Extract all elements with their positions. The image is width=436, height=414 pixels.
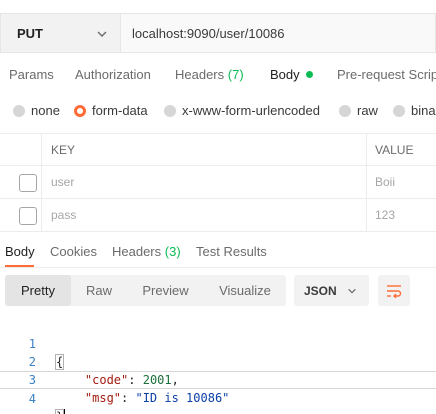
value-cell[interactable]: Boii [375,175,395,189]
view-preview-button[interactable]: Preview [127,275,204,306]
radio-raw-icon [339,104,351,117]
active-tab-underline [5,265,34,267]
method-label: PUT [17,25,43,41]
url-input[interactable]: localhost:9090/user/10086 [120,13,436,53]
close-brace: } [54,409,65,414]
radio-urlencoded-label: x-www-form-urlencoded [182,103,320,118]
column-divider [366,199,367,231]
radio-raw-label: raw [357,103,378,118]
column-header-value: VALUE [375,143,414,157]
radio-form-data-label: form-data [92,103,148,118]
code-line: 1 { [0,317,436,370]
tab-prerequest-script[interactable]: Pre-request Scrip [337,67,436,82]
code-content: "msg": "ID is 10086" [84,391,230,405]
column-divider [366,166,367,198]
request-tabs: Params Authorization Headers (7) Body Pr… [0,67,436,87]
wrap-lines-button[interactable] [378,275,410,306]
row-checkbox[interactable] [19,207,37,225]
row-checkbox[interactable] [19,174,37,192]
form-data-table: KEY VALUE user Boii pass 123 [0,133,436,232]
response-tab-headers[interactable]: Headers (3) [112,244,181,259]
radio-none[interactable]: none [13,103,60,118]
json-string-value: "ID is 10086" [135,391,230,405]
view-mode-group: Pretty Raw Preview Visualize [5,275,286,306]
response-body-editor[interactable]: 1 { 2 "code": 2001, 3 "msg": "ID is 1008… [0,317,436,414]
tab-body[interactable]: Body [270,67,313,82]
column-divider [41,199,42,231]
code-line: 2 "code": 2001, [0,335,436,387]
radio-binary-icon [393,104,405,117]
value-cell[interactable]: 123 [375,208,395,222]
table-header-row: KEY VALUE [0,133,436,166]
chevron-down-icon [97,31,107,37]
response-tab-body[interactable]: Body [5,244,35,259]
tab-params[interactable]: Params [9,67,54,82]
response-tab-headers-label: Headers [112,244,162,259]
column-divider [41,134,42,165]
format-label: JSON [304,283,337,298]
key-cell[interactable]: pass [51,208,76,222]
body-indicator-dot [305,71,313,78]
tab-body-label: Body [270,67,300,82]
radio-urlencoded-icon [164,104,176,117]
column-divider [41,166,42,198]
radio-raw[interactable]: raw [339,103,378,118]
response-headers-count-badge: (3) [164,244,181,259]
radio-form-data[interactable]: form-data [74,103,148,118]
view-visualize-button[interactable]: Visualize [204,275,286,306]
body-type-options: none form-data x-www-form-urlencoded raw… [0,103,436,123]
column-header-key: KEY [51,143,76,157]
line-number: 4 [28,392,36,406]
view-pretty-button[interactable]: Pretty [5,275,71,306]
radio-none-icon [13,104,25,117]
tab-authorization[interactable]: Authorization [75,67,151,82]
response-tabs: Body Cookies Headers (3) Test Results [0,240,436,268]
tab-headers-label: Headers [175,67,225,82]
json-key: "msg" [84,391,122,405]
radio-selected-icon [74,104,86,117]
radio-binary-label: binar [411,103,436,118]
chevron-down-icon [348,288,356,294]
text-cursor [64,409,66,414]
radio-urlencoded[interactable]: x-www-form-urlencoded [164,103,320,118]
tab-headers[interactable]: Headers (7) [175,67,244,82]
radio-none-label: none [31,103,60,118]
response-tab-cookies[interactable]: Cookies [50,244,97,259]
headers-count-badge: (7) [227,67,244,82]
table-row: pass 123 [0,199,436,232]
code-line: 3 "msg": "ID is 10086" [0,353,436,405]
column-divider [366,134,367,165]
wrap-lines-icon [387,284,402,298]
response-tab-test-results[interactable]: Test Results [196,244,267,259]
format-select[interactable]: JSON [294,275,369,306]
code-line-current: 4 } [0,371,436,414]
code-content: } [54,408,66,414]
method-select[interactable]: PUT [0,13,120,53]
url-text: localhost:9090/user/10086 [132,25,285,41]
key-cell[interactable]: user [51,175,74,189]
radio-binary[interactable]: binar [393,103,436,118]
request-url-bar: PUT localhost:9090/user/10086 [0,13,436,53]
view-raw-button[interactable]: Raw [71,275,127,306]
table-row: user Boii [0,166,436,199]
